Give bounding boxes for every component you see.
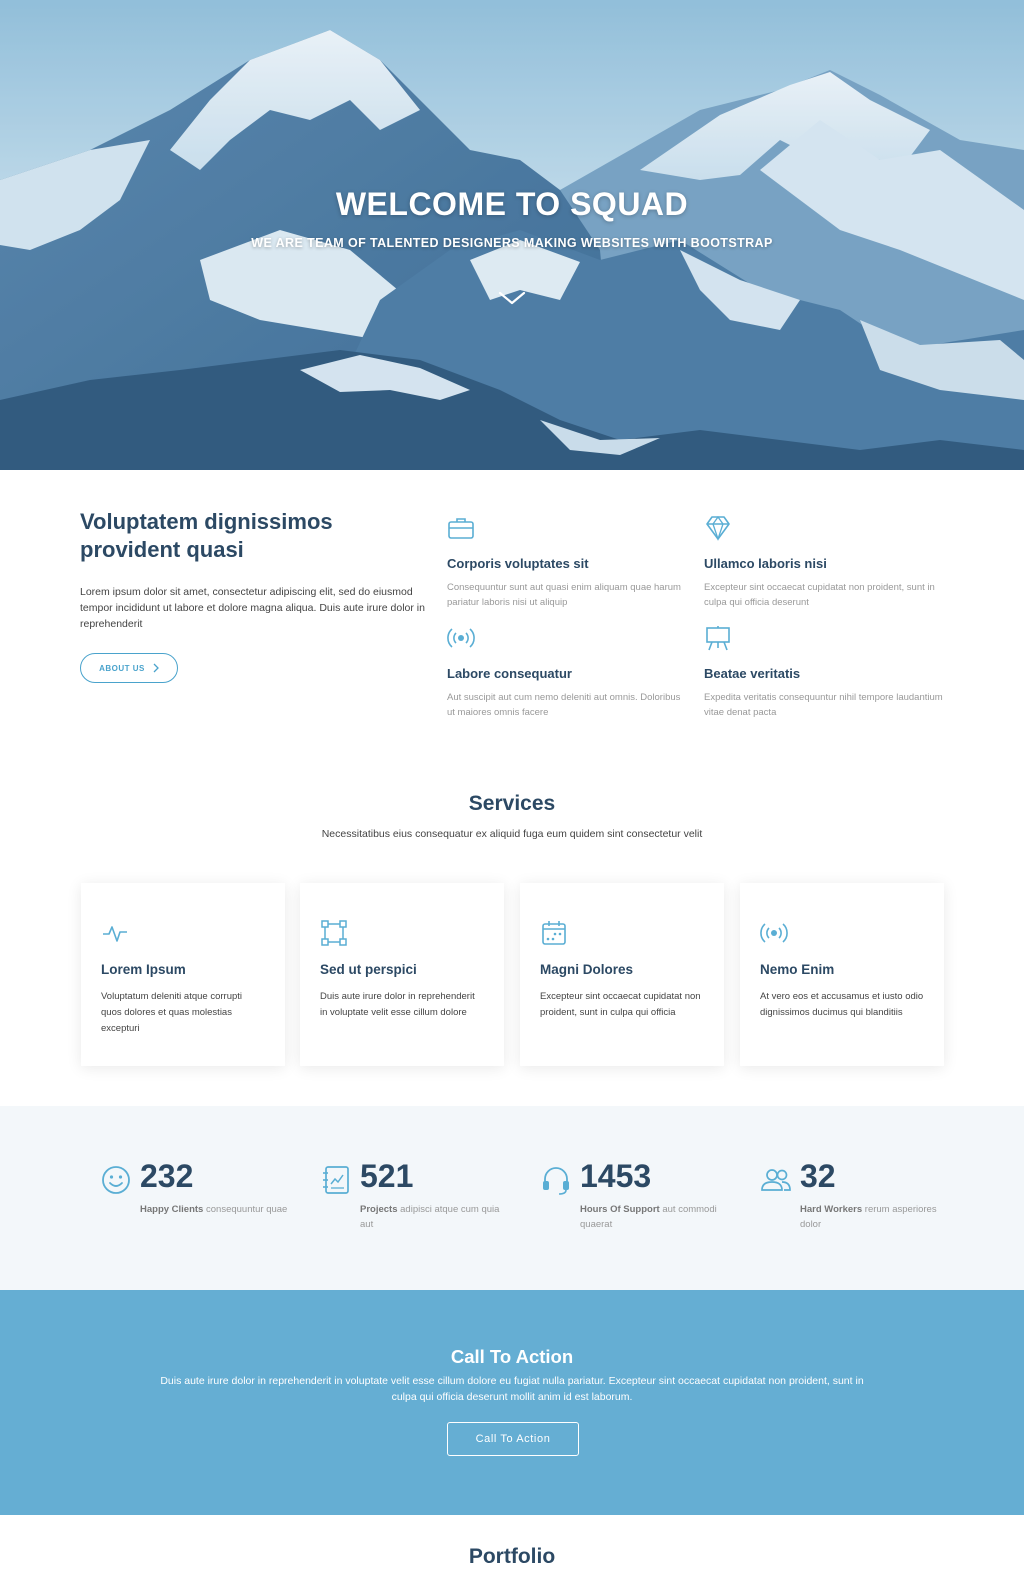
service-text: Voluptatum deleniti atque corrupti quos … [101, 991, 243, 1034]
count-number: 32 [800, 1158, 836, 1194]
activity-icon [103, 926, 127, 942]
portfolio-heading: Portfolio [0, 1523, 1024, 1569]
counts-section [0, 1106, 1024, 1290]
about-text: Lorem ipsum dolor sit amet, consectetur … [80, 586, 425, 630]
cta-title: Call To Action [450, 1346, 574, 1367]
services-subtitle: Necessitatibus eius consequatur ex aliqu… [321, 828, 703, 840]
count-label: Happy Clients consequuntur quae [140, 1204, 288, 1215]
feature-title: Beatae veritatis [704, 666, 801, 681]
gem-icon [706, 515, 730, 542]
service-title: Magni Dolores [540, 962, 634, 977]
broadcast-icon [447, 628, 475, 648]
feature-title: Corporis voluptates sit [447, 556, 589, 571]
hero-section: WELCOME TO SQUAD WE ARE TEAM OF TALENTED… [0, 0, 1024, 470]
easel-icon [706, 626, 730, 651]
headset-icon [543, 1167, 569, 1195]
hero-overlay [0, 0, 1024, 470]
feature-item: Beatae veritatis Expedita veritatis cons… [704, 624, 944, 720]
service-title: Lorem Ipsum [101, 962, 186, 977]
about-us-button[interactable]: ABOUT US [80, 653, 178, 683]
service-card[interactable]: Sed ut perspici Duis aute irure dolor in… [300, 883, 504, 1066]
service-text: Duis aute irure dolor in reprehenderit i… [320, 991, 475, 1018]
feature-text: Consequuntur sunt aut quasi enim aliquam… [447, 582, 681, 608]
smile-icon [102, 1166, 130, 1194]
calendar-icon [542, 921, 566, 945]
broadcast-icon [760, 923, 788, 943]
feature-item: Labore consequatur Aut suscipit aut cum … [447, 624, 687, 720]
people-icon [761, 1169, 791, 1191]
count-label: Hard Workers rerum asperiores dolor [800, 1204, 937, 1230]
feature-text: Excepteur sint occaecat cupidatat non pr… [704, 582, 935, 608]
service-text: Excepteur sint occaecat cupidatat non pr… [540, 991, 701, 1018]
chevron-right-icon [153, 663, 159, 673]
service-card[interactable]: Magni Dolores Excepteur sint occaecat cu… [520, 883, 724, 1066]
about-us-button-label: ABOUT US [99, 663, 145, 673]
briefcase-icon [448, 518, 474, 539]
count-label: Projects adipisci atque cum quia aut [360, 1204, 500, 1230]
service-card[interactable]: Lorem Ipsum Voluptatum deleniti atque co… [81, 883, 285, 1066]
count-label: Hours Of Support aut commodi quaerat [580, 1204, 717, 1230]
hero-subtitle: WE ARE TEAM OF TALENTED DESIGNERS MAKING… [251, 236, 773, 250]
journal-icon [323, 1166, 349, 1194]
feature-text: Expedita veritatis consequuntur nihil te… [704, 692, 943, 718]
feature-text: Aut suscipit aut cum nemo deleniti aut o… [447, 692, 681, 718]
bounding-box-icon [321, 920, 347, 946]
services-title: Services [469, 770, 555, 816]
services-heading: Services [0, 770, 1024, 816]
hero-title: WELCOME TO SQUAD [335, 186, 689, 222]
count-number: 521 [360, 1158, 414, 1194]
service-title: Nemo Enim [760, 962, 835, 977]
count-number: 232 [140, 1158, 194, 1194]
feature-item: Ullamco laboris nisi Excepteur sint occa… [704, 514, 944, 610]
service-text: At vero eos et accusamus et iusto odio d… [760, 991, 924, 1018]
feature-title: Ullamco laboris nisi [704, 556, 827, 571]
call-to-action-button[interactable]: Call To Action [447, 1422, 579, 1456]
portfolio-title: Portfolio [469, 1523, 555, 1569]
count-number: 1453 [580, 1158, 652, 1194]
chevron-down-icon[interactable] [497, 288, 527, 308]
service-card[interactable]: Nemo Enim At vero eos et accusamus et iu… [740, 883, 944, 1066]
feature-item: Corporis voluptates sit Consequuntur sun… [447, 514, 687, 610]
cta-text: Duis aute irure dolor in reprehenderit i… [160, 1375, 864, 1403]
about-title: Voluptatem dignissimos provident quasi [80, 509, 333, 562]
feature-title: Labore consequatur [447, 666, 572, 681]
service-title: Sed ut perspici [320, 962, 417, 977]
